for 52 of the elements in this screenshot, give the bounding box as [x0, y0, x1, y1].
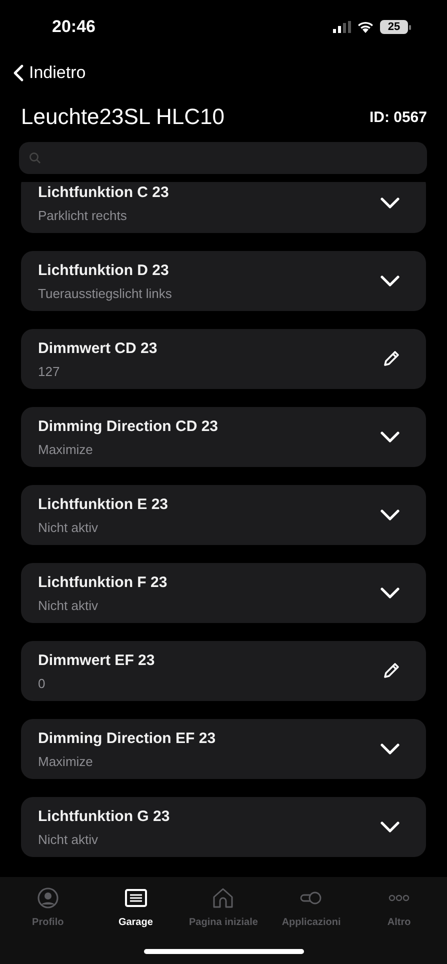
setting-value: Parklicht rechts — [38, 208, 128, 222]
battery-level: 25 — [380, 20, 408, 34]
setting-title: Lichtfunktion G 23 — [38, 808, 171, 824]
setting-card[interactable]: Dimmwert CD 23 127 — [21, 329, 426, 389]
signal-icon — [333, 21, 351, 33]
chevron-left-icon — [13, 64, 24, 82]
device-title: Leuchte23SL HLC10 — [21, 104, 224, 130]
setting-card[interactable]: Lichtfunktion E 23 Nicht aktiv — [21, 485, 426, 545]
chevron-down-icon — [380, 821, 400, 833]
search-icon — [29, 152, 41, 164]
chevron-down-icon — [380, 743, 400, 755]
more-icon — [388, 894, 410, 902]
setting-title: Dimming Direction CD 23 — [38, 418, 220, 434]
setting-card[interactable]: Lichtfunktion C 23 Parklicht rechts — [21, 182, 426, 233]
setting-value: Nicht aktiv — [38, 520, 99, 534]
setting-title: Lichtfunktion F 23 — [38, 574, 168, 590]
setting-value: 0 — [38, 676, 46, 690]
setting-title: Dimming Direction EF 23 — [38, 730, 217, 746]
setting-title: Lichtfunktion E 23 — [38, 496, 170, 512]
setting-title: Dimmwert CD 23 — [38, 340, 158, 356]
home-icon — [212, 887, 234, 909]
profile-icon — [36, 887, 59, 909]
setting-card[interactable]: Lichtfunktion F 23 Nicht aktiv — [21, 563, 426, 623]
toggle-icon — [300, 891, 322, 905]
tab-item[interactable]: Garage — [94, 887, 178, 928]
setting-value: Maximize — [38, 754, 94, 768]
setting-title: Lichtfunktion C 23 — [38, 184, 170, 200]
setting-title: Dimmwert EF 23 — [38, 652, 156, 668]
setting-value: Nicht aktiv — [38, 832, 99, 846]
setting-value: Nicht aktiv — [38, 598, 99, 612]
chevron-down-icon — [380, 431, 400, 443]
search-field[interactable] — [19, 142, 427, 174]
garage-icon — [124, 889, 147, 907]
setting-value: Tuerausstiegslicht links — [38, 286, 173, 300]
pencil-icon — [382, 350, 400, 368]
chevron-down-icon — [380, 275, 400, 287]
status-time: 20:46 — [52, 17, 96, 37]
pencil-icon — [382, 662, 400, 680]
wifi-icon — [357, 21, 374, 33]
setting-card[interactable]: Dimming Direction CD 23 Maximize — [21, 407, 426, 467]
back-button[interactable]: Indietro — [13, 63, 86, 83]
chevron-down-icon — [380, 509, 400, 521]
setting-value: Maximize — [38, 442, 94, 456]
setting-card[interactable]: Lichtfunktion G 23 Nicht aktiv — [21, 797, 426, 857]
setting-card[interactable]: Dimmwert EF 23 0 — [21, 641, 426, 701]
chevron-down-icon — [380, 197, 400, 209]
device-id: ID: 0567 — [369, 108, 427, 126]
setting-card[interactable]: Dimming Direction EF 23 Maximize — [21, 719, 426, 779]
chevron-down-icon — [380, 587, 400, 599]
setting-value: 127 — [38, 364, 61, 378]
setting-title: Lichtfunktion D 23 — [38, 262, 170, 278]
setting-card[interactable]: Lichtfunktion D 23 Tuerausstiegslicht links — [21, 251, 426, 311]
